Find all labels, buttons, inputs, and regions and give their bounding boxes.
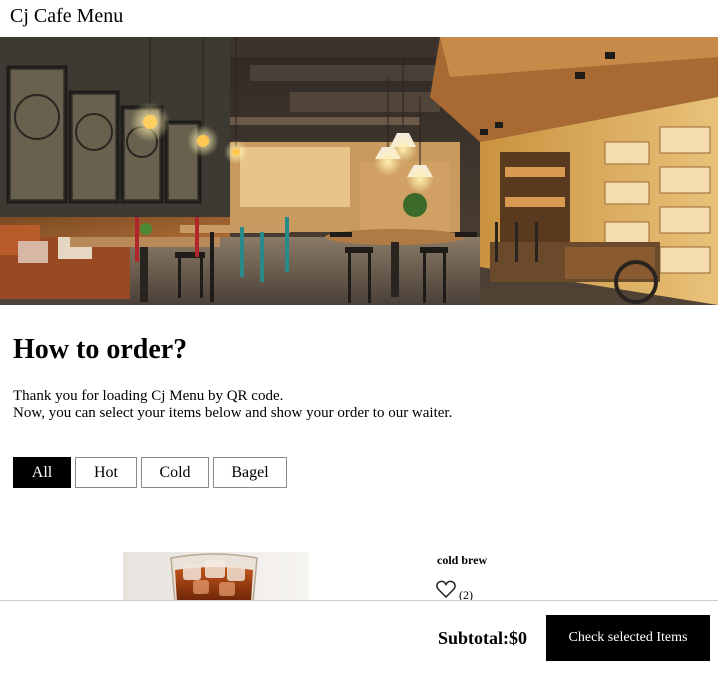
- order-bar: Subtotal: $0 Check selected Items: [0, 600, 718, 674]
- subtotal-value: $0: [509, 628, 527, 648]
- intro-text: Thank you for loading Cj Menu by QR code…: [13, 388, 452, 422]
- subtotal-label: Subtotal:: [437, 628, 509, 648]
- item-name: cold brew: [437, 553, 488, 567]
- hero-image: [0, 37, 718, 305]
- filter-cold[interactable]: Cold: [141, 457, 209, 488]
- category-filters: All Hot Cold Bagel: [13, 457, 287, 488]
- check-selected-items-button[interactable]: Check selected Items: [546, 615, 710, 661]
- filter-bagel[interactable]: Bagel: [213, 457, 287, 488]
- cold-brew-image[interactable]: [123, 552, 309, 602]
- subtotal: Subtotal: $0: [438, 627, 527, 649]
- filter-all[interactable]: All: [13, 457, 71, 488]
- intro-line-2: Now, you can select your items below and…: [13, 405, 453, 421]
- intro-line-1: Thank you for loading Cj Menu by QR code…: [13, 388, 284, 404]
- filter-hot[interactable]: Hot: [75, 457, 137, 488]
- app-title: Cj Cafe Menu: [10, 5, 124, 27]
- how-to-order-heading: How to order?: [13, 334, 188, 365]
